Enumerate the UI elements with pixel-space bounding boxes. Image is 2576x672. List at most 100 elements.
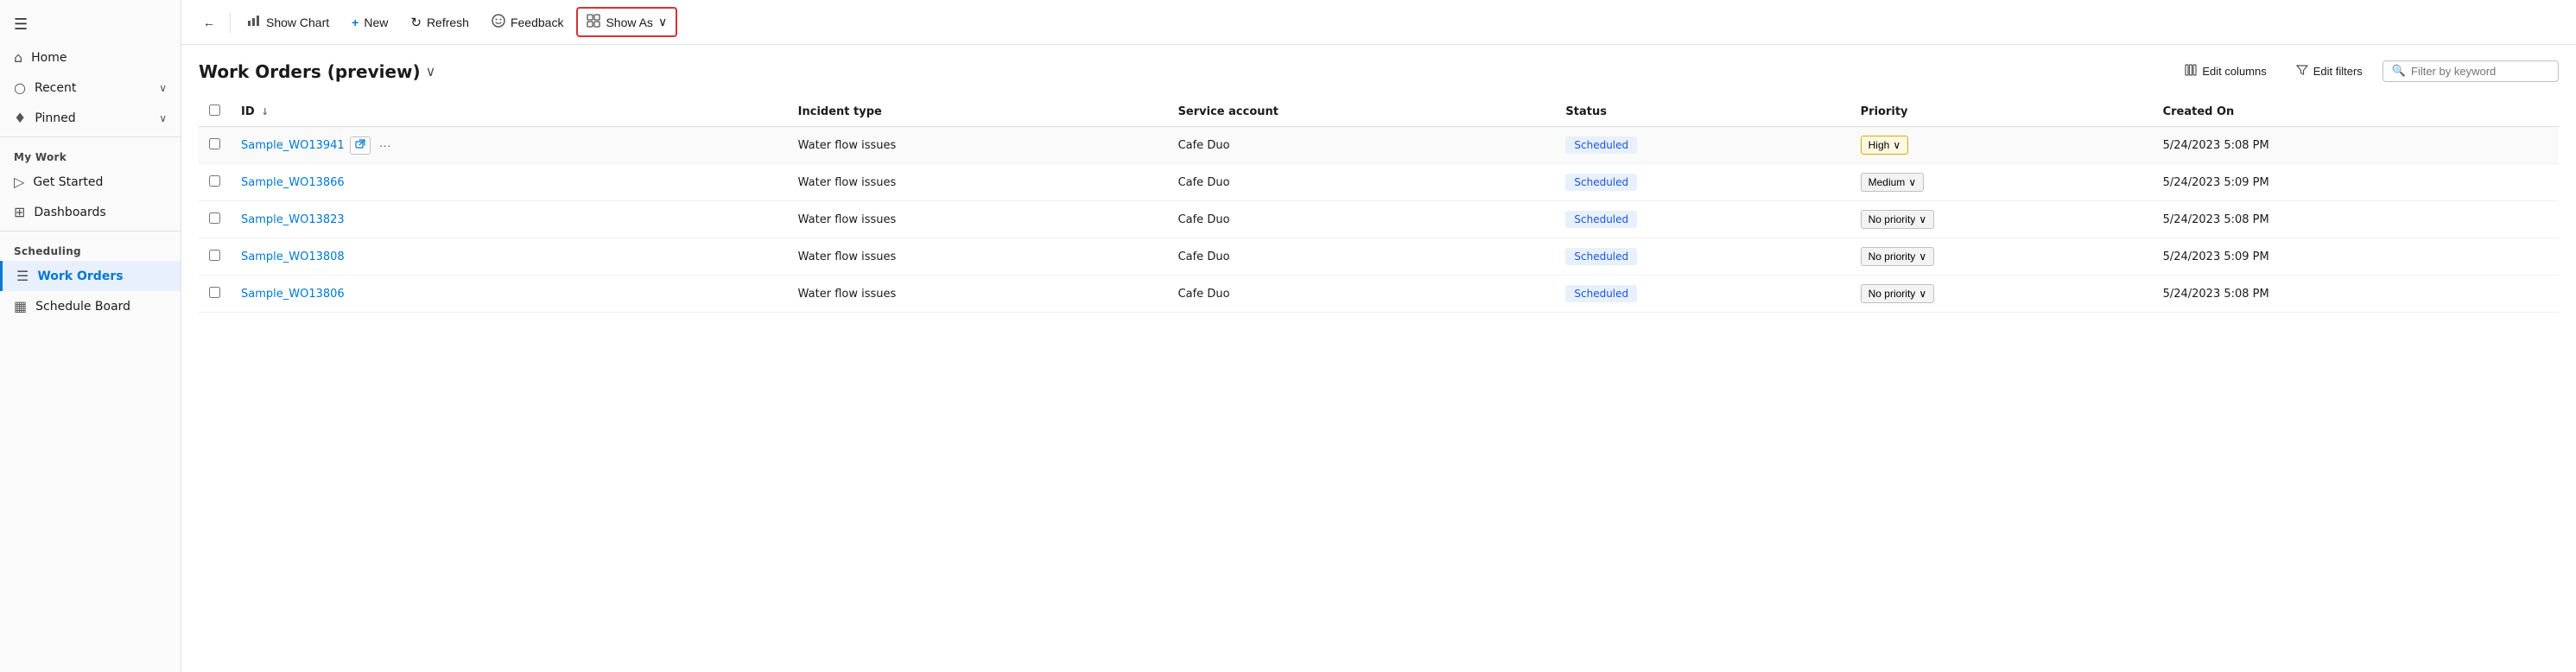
- work-order-id-link[interactable]: Sample_WO13823: [241, 213, 345, 226]
- row-checkbox-cell: [199, 164, 231, 201]
- sidebar-item-recent[interactable]: ○ Recent ∨: [0, 73, 181, 103]
- priority-column-header[interactable]: Priority: [1850, 98, 2153, 127]
- status-column-header[interactable]: Status: [1555, 98, 1850, 127]
- edit-columns-label: Edit columns: [2202, 65, 2266, 78]
- incident-type-cell: Water flow issues: [788, 164, 1168, 201]
- content-area: Work Orders (preview) ∨ Edit columns: [181, 45, 2576, 672]
- edit-columns-button[interactable]: Edit columns: [2175, 59, 2275, 84]
- new-button[interactable]: + New: [342, 10, 397, 35]
- priority-value: Medium: [1869, 176, 1906, 188]
- sidebar-item-home[interactable]: ⌂ Home: [0, 42, 181, 73]
- row-checkbox[interactable]: [209, 287, 220, 298]
- status-badge: Scheduled: [1565, 285, 1637, 302]
- table-row: Sample_WO13806 Water flow issues Cafe Du…: [199, 276, 2559, 313]
- open-record-button[interactable]: [350, 136, 371, 155]
- calendar-icon: ▦: [14, 298, 27, 314]
- status-badge: Scheduled: [1565, 211, 1637, 228]
- sidebar-item-dashboards[interactable]: ⊞ Dashboards: [0, 197, 181, 227]
- list-icon: ☰: [16, 268, 29, 284]
- chevron-down-icon: ∨: [1919, 250, 1926, 263]
- priority-value: No priority: [1869, 288, 1916, 300]
- chevron-down-icon: ∨: [1919, 213, 1926, 225]
- plus-icon: +: [352, 16, 358, 29]
- show-chart-button[interactable]: Show Chart: [238, 8, 339, 36]
- created-on-column-header[interactable]: Created On: [2153, 98, 2559, 127]
- filter-input-wrapper: 🔍: [2382, 60, 2559, 82]
- chevron-down-icon: ∨: [159, 112, 167, 124]
- sidebar-item-work-orders[interactable]: ☰ Work Orders: [0, 261, 181, 291]
- sidebar-item-pinned[interactable]: ♦ Pinned ∨: [0, 103, 181, 133]
- service-account-cell: Cafe Duo: [1168, 276, 1556, 313]
- service-account-cell: Cafe Duo: [1168, 238, 1556, 276]
- priority-cell: No priority ∨: [1850, 276, 2153, 313]
- new-label: New: [364, 16, 388, 29]
- work-order-id-link[interactable]: Sample_WO13866: [241, 176, 345, 189]
- table-row: Sample_WO13866 Water flow issues Cafe Du…: [199, 164, 2559, 201]
- show-as-button[interactable]: Show As ∨: [576, 7, 677, 37]
- service-account-column-header[interactable]: Service account: [1168, 98, 1556, 127]
- row-checkbox[interactable]: [209, 138, 220, 149]
- row-checkbox-cell: [199, 201, 231, 238]
- content-actions: Edit columns Edit filters 🔍: [2175, 59, 2559, 84]
- filter-keyword-input[interactable]: [2411, 65, 2549, 78]
- id-column-header[interactable]: ID ↓: [231, 98, 788, 127]
- feedback-button[interactable]: Feedback: [482, 8, 573, 36]
- row-checkbox-cell: [199, 238, 231, 276]
- priority-cell: High ∨: [1850, 127, 2153, 164]
- edit-filters-button[interactable]: Edit filters: [2287, 59, 2372, 84]
- pin-icon: ♦: [14, 110, 26, 126]
- priority-value: No priority: [1869, 213, 1916, 225]
- grid-icon: ⊞: [14, 204, 25, 220]
- work-order-id-link[interactable]: Sample_WO13808: [241, 250, 345, 263]
- work-orders-table: ID ↓ Incident type Service account Statu…: [199, 98, 2559, 313]
- table-header-row: ID ↓ Incident type Service account Statu…: [199, 98, 2559, 127]
- row-checkbox[interactable]: [209, 250, 220, 261]
- status-cell: Scheduled: [1555, 164, 1850, 201]
- created-on-cell: 5/24/2023 5:09 PM: [2153, 238, 2559, 276]
- my-work-section-label: My Work: [0, 141, 181, 167]
- sidebar-item-label: Schedule Board: [35, 300, 167, 314]
- refresh-button[interactable]: ↻ Refresh: [401, 9, 479, 36]
- priority-dropdown[interactable]: No priority ∨: [1861, 284, 1934, 303]
- incident-type-cell: Water flow issues: [788, 201, 1168, 238]
- title-chevron-icon[interactable]: ∨: [426, 63, 436, 79]
- priority-dropdown[interactable]: No priority ∨: [1861, 210, 1934, 229]
- incident-type-column-header[interactable]: Incident type: [788, 98, 1168, 127]
- chevron-down-icon: ∨: [159, 82, 167, 94]
- id-cell: Sample_WO13866: [231, 164, 788, 201]
- priority-dropdown[interactable]: No priority ∨: [1861, 247, 1934, 266]
- status-badge: Scheduled: [1565, 136, 1637, 154]
- sidebar-item-label: Dashboards: [34, 206, 167, 219]
- priority-dropdown[interactable]: High ∨: [1861, 136, 1908, 155]
- hamburger-icon[interactable]: ☰: [0, 7, 181, 42]
- row-checkbox[interactable]: [209, 175, 220, 187]
- sidebar-item-label: Home: [31, 51, 167, 65]
- work-order-id-link[interactable]: Sample_WO13941: [241, 139, 345, 152]
- sidebar-item-label: Get Started: [33, 175, 167, 189]
- row-checkbox[interactable]: [209, 212, 220, 224]
- filter-icon: [2296, 64, 2308, 79]
- service-account-cell: Cafe Duo: [1168, 164, 1556, 201]
- incident-type-cell: Water flow issues: [788, 238, 1168, 276]
- select-all-column: [199, 98, 231, 127]
- select-all-checkbox[interactable]: [209, 105, 220, 116]
- table-row: Sample_WO13823 Water flow issues Cafe Du…: [199, 201, 2559, 238]
- page-title: Work Orders (preview): [199, 61, 421, 82]
- priority-dropdown[interactable]: Medium ∨: [1861, 173, 1924, 192]
- sidebar-item-label: Work Orders: [37, 269, 167, 283]
- sidebar-item-schedule-board[interactable]: ▦ Schedule Board: [0, 291, 181, 321]
- incident-type-cell: Water flow issues: [788, 276, 1168, 313]
- table-row: Sample_WO13941 ··· Water flow issues Caf…: [199, 127, 2559, 164]
- search-icon: 🔍: [2392, 65, 2406, 78]
- sidebar-item-get-started[interactable]: ▷ Get Started: [0, 167, 181, 197]
- priority-value: High: [1869, 139, 1890, 151]
- status-cell: Scheduled: [1555, 127, 1850, 164]
- chevron-down-icon: ∨: [658, 15, 667, 29]
- back-button[interactable]: ←: [195, 10, 223, 35]
- work-order-id-link[interactable]: Sample_WO13806: [241, 288, 345, 301]
- row-checkbox-cell: [199, 276, 231, 313]
- show-chart-label: Show Chart: [266, 16, 329, 29]
- toolbar: ← Show Chart + New ↻ Refresh: [181, 0, 2576, 45]
- edit-filters-label: Edit filters: [2313, 65, 2363, 78]
- row-more-options-button[interactable]: ···: [376, 136, 395, 154]
